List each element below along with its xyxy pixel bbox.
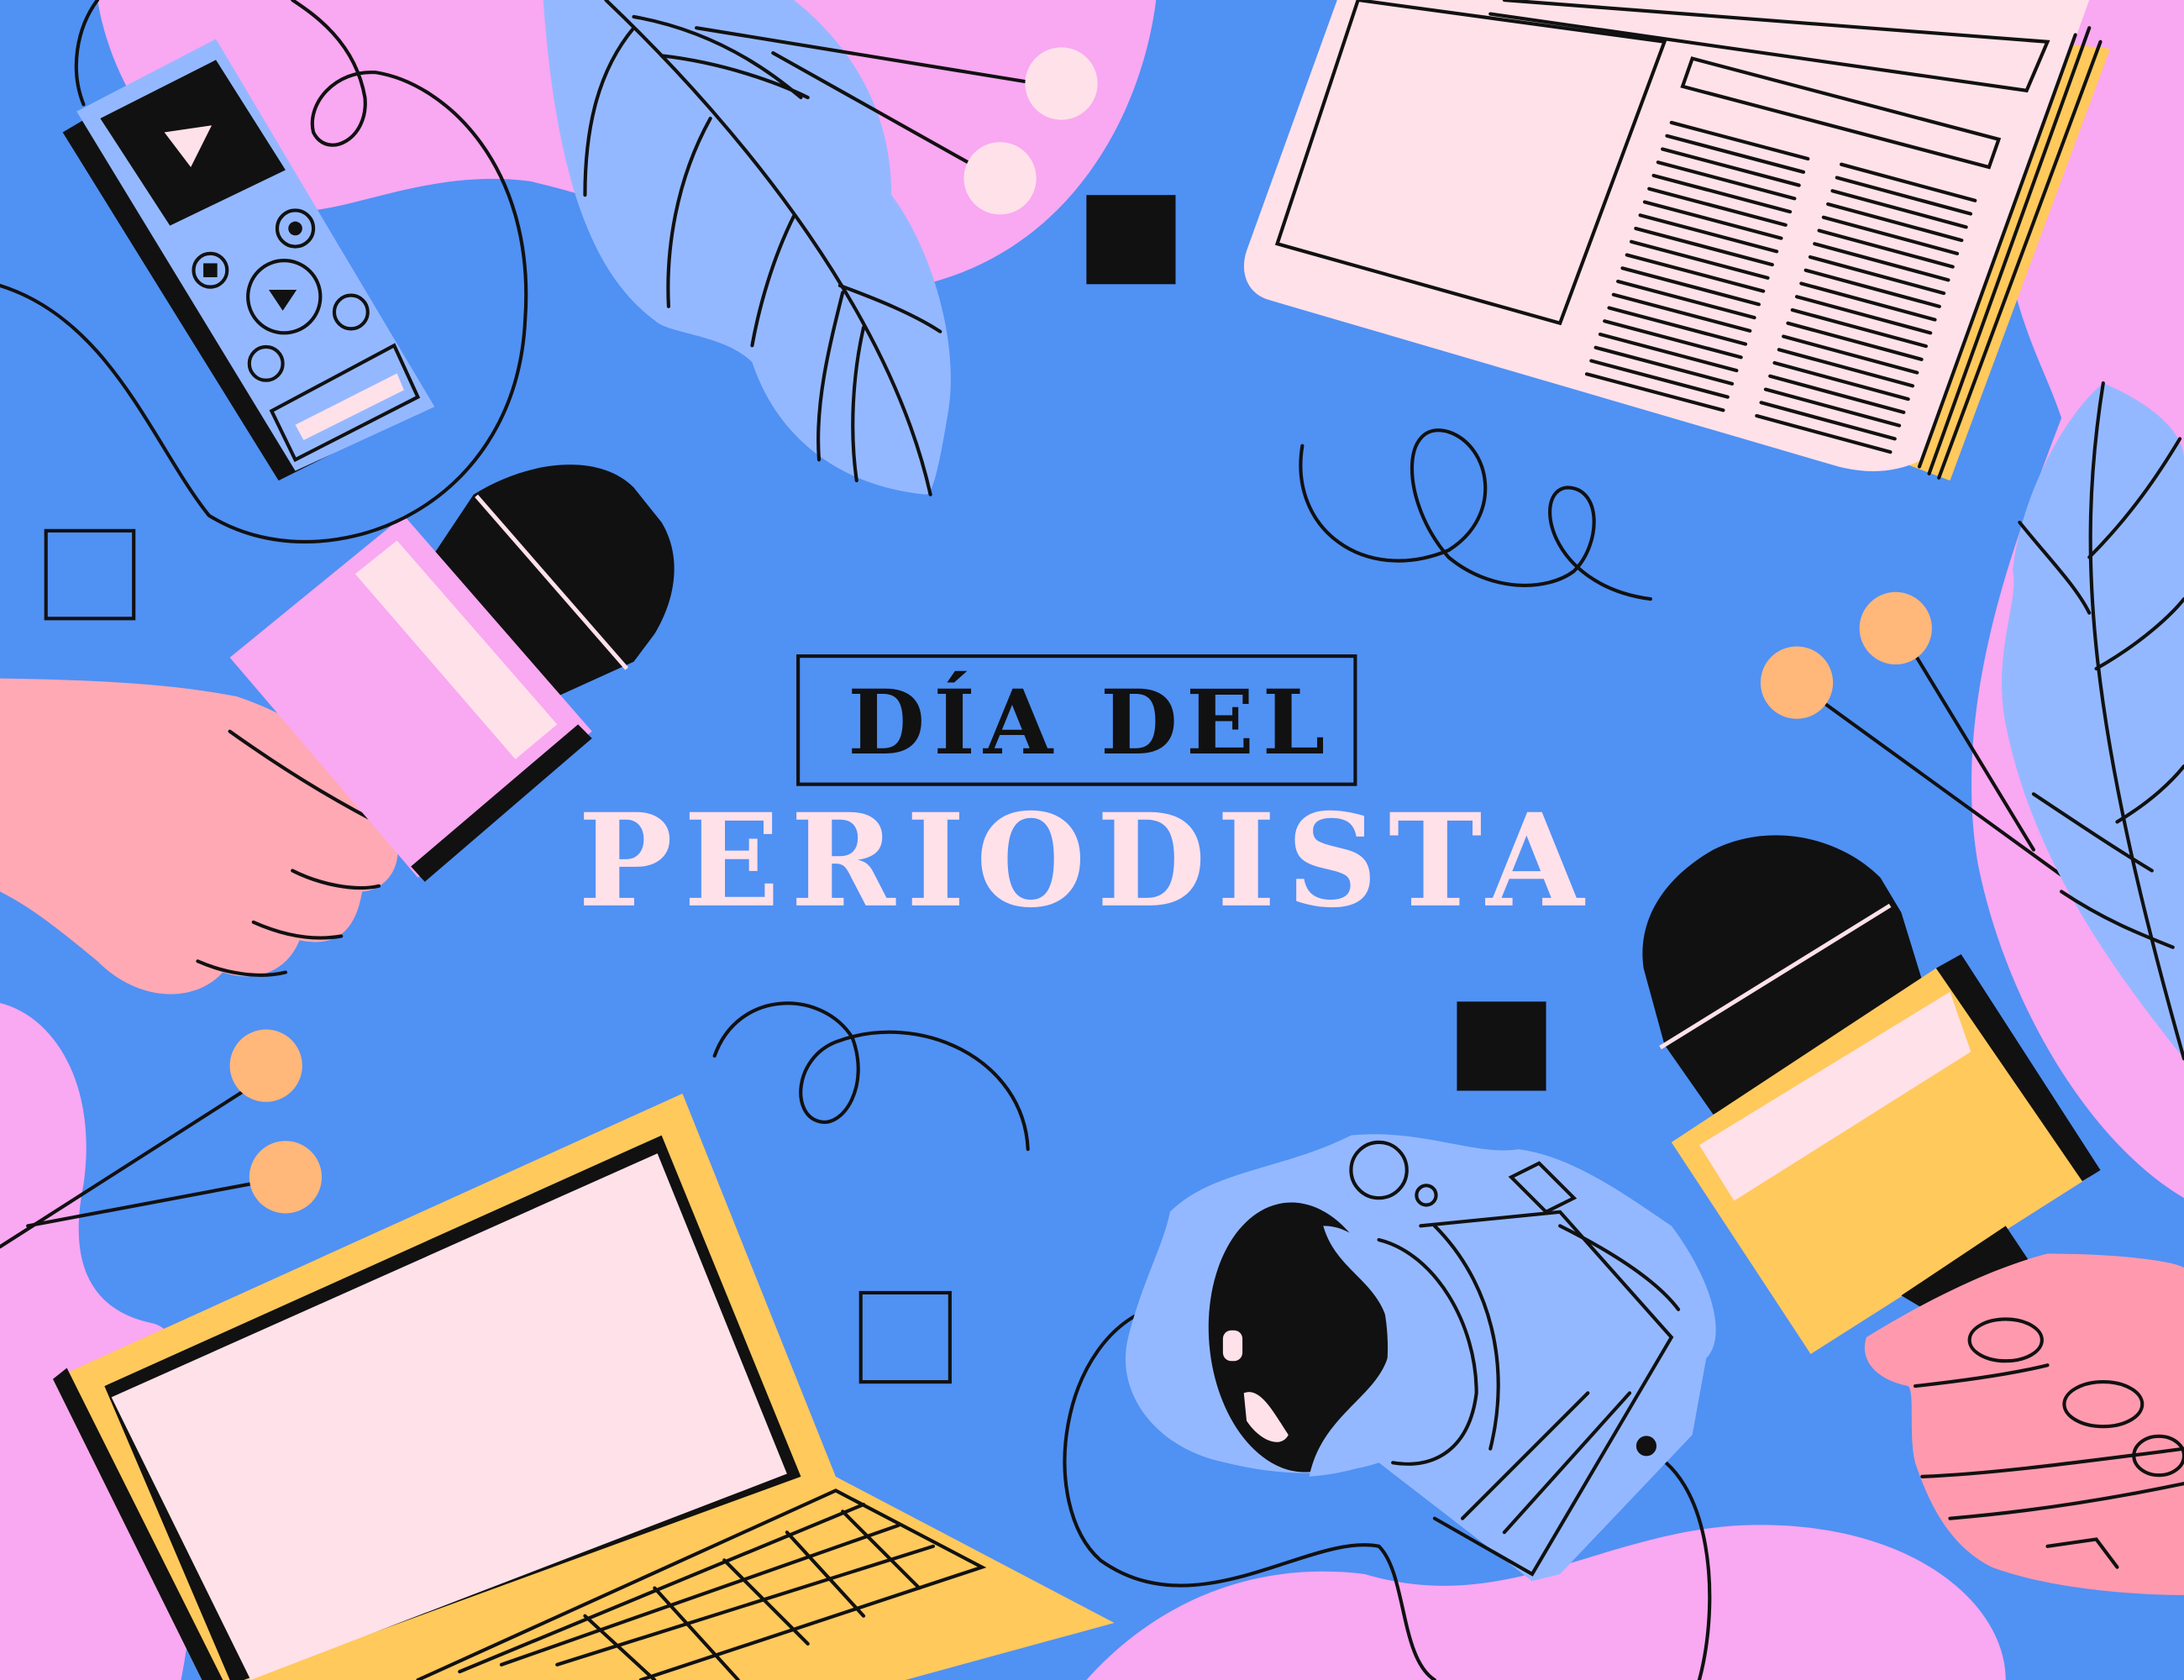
title-line1: DÍA DEL [848,670,1333,775]
illustration: DÍA DEL PERIODISTA [0,0,2184,1680]
title-line2: PERIODISTA [578,785,1594,936]
